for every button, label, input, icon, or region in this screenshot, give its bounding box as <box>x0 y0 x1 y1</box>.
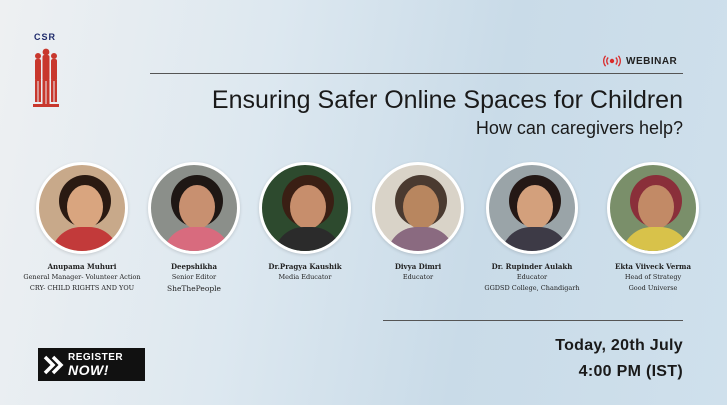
speaker-name: Anupama Muhuri <box>47 262 117 271</box>
webinar-title: Ensuring Safer Online Spaces for Childre… <box>211 86 683 114</box>
speaker-role: Media Educator <box>278 273 332 281</box>
webinar-badge: WEBINAR <box>603 55 677 67</box>
speaker-organization: SheThePeople <box>167 283 221 293</box>
speaker-role: Educator <box>402 273 434 281</box>
speaker-photo <box>372 162 464 254</box>
divider-bottom <box>383 320 683 321</box>
logo-text: CSR <box>34 32 57 42</box>
speaker-role: General Manager- Volunteer Action <box>23 273 141 281</box>
speaker-name: Divya Dimri <box>394 262 442 271</box>
speaker-organization: Good Universe <box>628 283 678 292</box>
live-broadcast-icon <box>603 55 621 67</box>
speaker-role: Educator <box>516 273 548 281</box>
speaker-photo <box>259 162 351 254</box>
speaker-role: Senior Editor <box>171 273 217 281</box>
speaker-photo <box>486 162 578 254</box>
speaker-photo <box>36 162 128 254</box>
register-now-label: NOW! <box>68 361 109 378</box>
speaker-card: Dr.Pragya Kaushik Media Educator <box>245 162 365 282</box>
event-time: 4:00 PM (IST) <box>578 363 683 380</box>
register-now-button[interactable]: REGISTER NOW! <box>38 348 145 381</box>
people-group-logo-icon <box>33 48 59 107</box>
speaker-photo <box>607 162 699 254</box>
speaker-photo <box>148 162 240 254</box>
speaker-card: Divya Dimri Educator <box>358 162 478 282</box>
speaker-name: Deepshikha <box>170 262 218 271</box>
double-chevron-right-icon <box>38 348 68 381</box>
speaker-role: Head of Strategy <box>624 273 682 281</box>
speaker-organization: CRY- CHILD RIGHTS AND YOU <box>29 283 135 292</box>
speaker-name: Dr. Rupinder Aulakh <box>491 262 573 271</box>
webinar-label: WEBINAR <box>626 55 678 67</box>
speaker-name: Ekta Viiveck Verma <box>615 262 691 271</box>
webinar-subtitle: How can caregivers help? <box>475 118 683 138</box>
register-label: REGISTER <box>68 351 124 363</box>
csr-logo: CSR <box>28 32 64 112</box>
speaker-name: Dr.Pragya Kaushik <box>268 262 342 271</box>
speaker-card: Anupama Muhuri General Manager- Voluntee… <box>22 162 142 293</box>
speaker-card: Ekta Viiveck Verma Head of Strategy Good… <box>593 162 713 293</box>
speaker-card: Deepshikha Senior Editor SheThePeople <box>134 162 254 294</box>
speaker-organization: GGDSD College, Chandigarh <box>484 283 580 292</box>
event-date: Today, 20th July <box>555 337 683 354</box>
speaker-card: Dr. Rupinder Aulakh Educator GGDSD Colle… <box>472 162 592 293</box>
divider-top <box>150 73 683 74</box>
webinar-banner: CSR WEBINAR Ensuring Safer Online Spaces… <box>0 0 727 405</box>
